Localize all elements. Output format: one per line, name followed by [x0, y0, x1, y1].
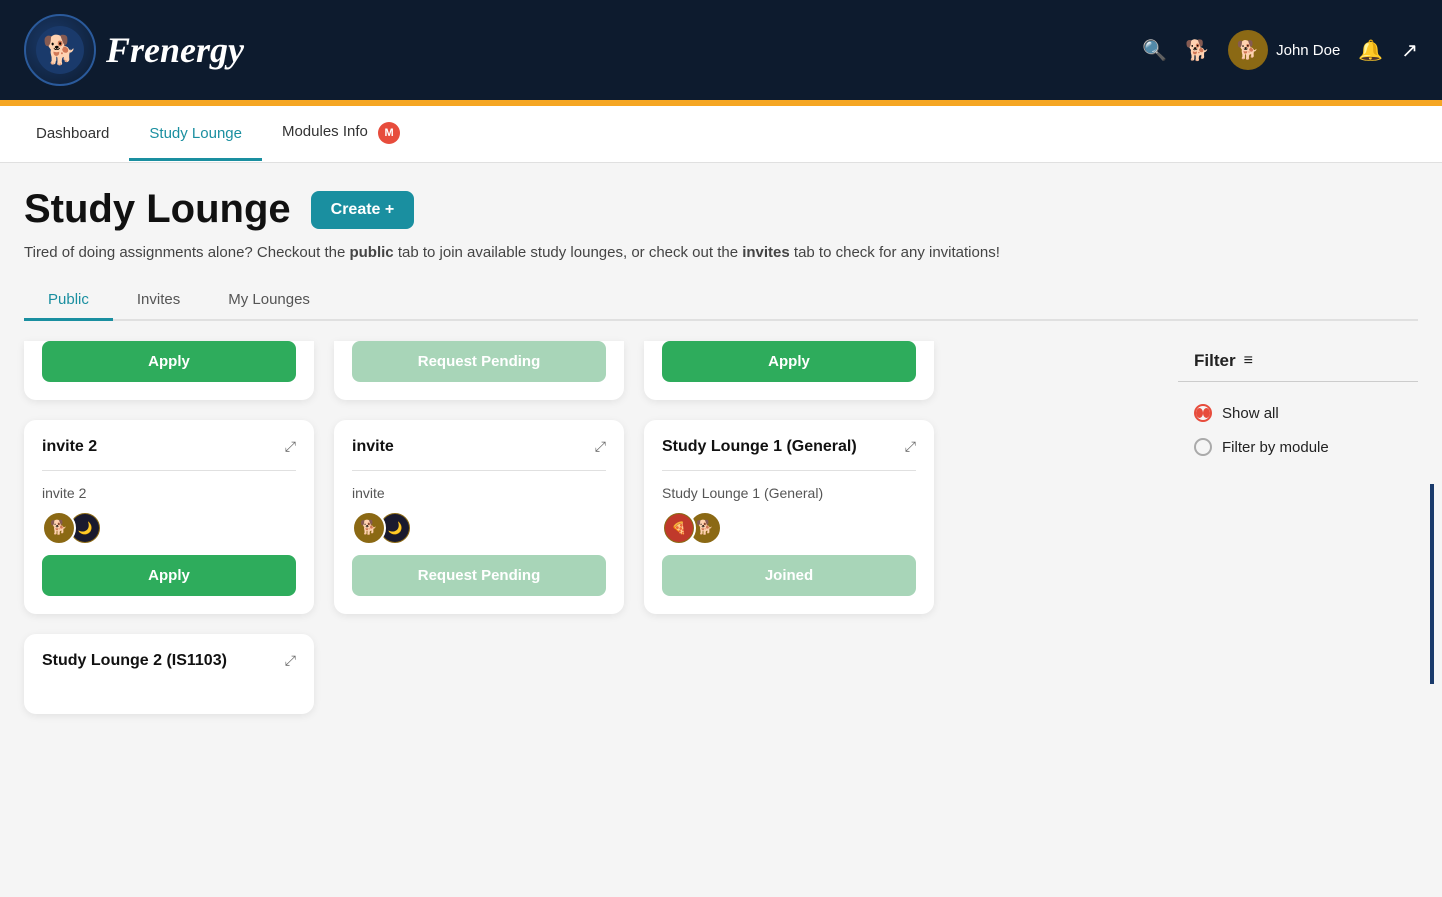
nav-tab-study-lounge[interactable]: Study Lounge	[129, 109, 262, 161]
card-header-1: invite 2 ⤢	[42, 438, 296, 456]
expand-icon-1[interactable]: ⤢	[285, 438, 296, 455]
card-study-lounge-1: Study Lounge 1 (General) ⤢ Study Lounge …	[644, 420, 934, 614]
top-card-1: Apply	[24, 341, 314, 400]
filter-divider	[1430, 484, 1434, 684]
apply-button-1[interactable]: Apply	[42, 555, 296, 596]
top-partial-cards: Apply Request Pending Apply	[24, 341, 1158, 400]
card-title-bottom: Study Lounge 2 (IS1103)	[42, 652, 285, 670]
filter-header: Filter ≡	[1178, 351, 1418, 382]
user-name-label: John Doe	[1276, 42, 1340, 59]
card-header-bottom: Study Lounge 2 (IS1103) ⤢	[42, 652, 296, 670]
cards-grid: invite 2 ⤢ invite 2 🐕 🌙 Apply	[24, 420, 1158, 614]
sub-tab-invites[interactable]: Invites	[113, 281, 204, 321]
invites-bold: invites	[742, 244, 790, 261]
filter-option-show-all[interactable]: Show all	[1178, 396, 1418, 430]
bottom-partial-row: Study Lounge 2 (IS1103) ⤢	[24, 634, 1158, 714]
logout-icon[interactable]: ↗	[1401, 38, 1418, 63]
header-actions: 🔍 🐕 🐕 John Doe 🔔 ↗	[1142, 30, 1418, 70]
avatar-1-1: 🐕	[42, 511, 76, 545]
page-description: Tired of doing assignments alone? Checko…	[24, 244, 1418, 261]
card-avatars-1: 🐕 🌙	[42, 511, 296, 545]
top-card-3: Apply	[644, 341, 934, 400]
avatar-2-1: 🐕	[352, 511, 386, 545]
nav-tab-modules[interactable]: Modules Info M	[262, 106, 420, 163]
card-divider-1	[42, 470, 296, 471]
svg-text:🌙: 🌙	[78, 521, 93, 535]
card-desc-3: Study Lounge 1 (General)	[662, 485, 916, 501]
filter-label: Filter	[1194, 351, 1236, 371]
filter-by-module-label: Filter by module	[1222, 439, 1329, 456]
card-header-3: Study Lounge 1 (General) ⤢	[662, 438, 916, 456]
svg-text:🍕: 🍕	[672, 521, 687, 535]
page-header: Study Lounge Create +	[24, 187, 1418, 232]
bell-icon[interactable]: 🔔	[1358, 38, 1383, 63]
card-header-2: invite ⤢	[352, 438, 606, 456]
page-title: Study Lounge	[24, 187, 291, 232]
avatar: 🐕	[1228, 30, 1268, 70]
card-invite-2: invite 2 ⤢ invite 2 🐕 🌙 Apply	[24, 420, 314, 614]
card-divider-2	[352, 470, 606, 471]
card-desc-2: invite	[352, 485, 606, 501]
sub-tabs: Public Invites My Lounges	[24, 281, 1418, 321]
svg-text:🐕: 🐕	[696, 519, 713, 536]
top-card-2: Request Pending	[334, 341, 624, 400]
dog-icon[interactable]: 🐕	[1185, 38, 1210, 63]
filter-show-all-label: Show all	[1222, 405, 1279, 422]
card-desc-1: invite 2	[42, 485, 296, 501]
user-info[interactable]: 🐕 John Doe	[1228, 30, 1340, 70]
apply-button-top-3[interactable]: Apply	[662, 341, 916, 382]
public-bold: public	[349, 244, 393, 261]
svg-text:🐕: 🐕	[360, 519, 377, 536]
pending-button-2: Request Pending	[352, 555, 606, 596]
nav-tab-dashboard[interactable]: Dashboard	[16, 109, 129, 161]
svg-text:🐕: 🐕	[46, 38, 73, 63]
svg-text:🐕: 🐕	[50, 519, 67, 536]
svg-text:🌙: 🌙	[388, 521, 403, 535]
card-study-lounge-2: Study Lounge 2 (IS1103) ⤢	[24, 634, 314, 714]
card-title-3: Study Lounge 1 (General)	[662, 438, 905, 456]
expand-icon-3[interactable]: ⤢	[905, 438, 916, 455]
sub-tab-my-lounges[interactable]: My Lounges	[204, 281, 334, 321]
cards-container: Apply Request Pending Apply invite 2 ⤢	[24, 341, 1158, 714]
filter-radio-show-all[interactable]	[1194, 404, 1212, 422]
card-invite: invite ⤢ invite 🐕 🌙 Request Pending	[334, 420, 624, 614]
card-title-1: invite 2	[42, 438, 285, 456]
apply-button-top-1[interactable]: Apply	[42, 341, 296, 382]
filter-icon: ≡	[1244, 352, 1253, 370]
modules-badge: M	[378, 122, 400, 144]
avatar-3-1: 🍕	[662, 511, 696, 545]
logo-text: Frenergy	[106, 29, 244, 71]
svg-text:🐕: 🐕	[1237, 39, 1259, 60]
card-avatars-2: 🐕 🌙	[352, 511, 606, 545]
card-divider-3	[662, 470, 916, 471]
pending-button-top-2: Request Pending	[352, 341, 606, 382]
sub-tab-public[interactable]: Public	[24, 281, 113, 321]
search-icon[interactable]: 🔍	[1142, 38, 1167, 63]
card-title-2: invite	[352, 438, 595, 456]
main-content: Study Lounge Create + Tired of doing ass…	[0, 163, 1442, 897]
expand-icon-bottom[interactable]: ⤢	[285, 652, 296, 669]
filter-panel: Filter ≡ Show all Filter by module	[1178, 341, 1418, 694]
cards-layout: Apply Request Pending Apply invite 2 ⤢	[24, 341, 1418, 714]
nav-tabs: Dashboard Study Lounge Modules Info M	[0, 106, 1442, 163]
logo[interactable]: 🐕 Frenergy	[24, 14, 244, 86]
header: 🐕 Frenergy 🔍 🐕 🐕 John Doe 🔔 ↗	[0, 0, 1442, 100]
logo-icon: 🐕	[24, 14, 96, 86]
filter-radio-by-module[interactable]	[1194, 438, 1212, 456]
filter-option-by-module[interactable]: Filter by module	[1178, 430, 1418, 464]
create-button[interactable]: Create +	[311, 191, 415, 229]
joined-button-3: Joined	[662, 555, 916, 596]
card-avatars-3: 🍕 🐕	[662, 511, 916, 545]
expand-icon-2[interactable]: ⤢	[595, 438, 606, 455]
